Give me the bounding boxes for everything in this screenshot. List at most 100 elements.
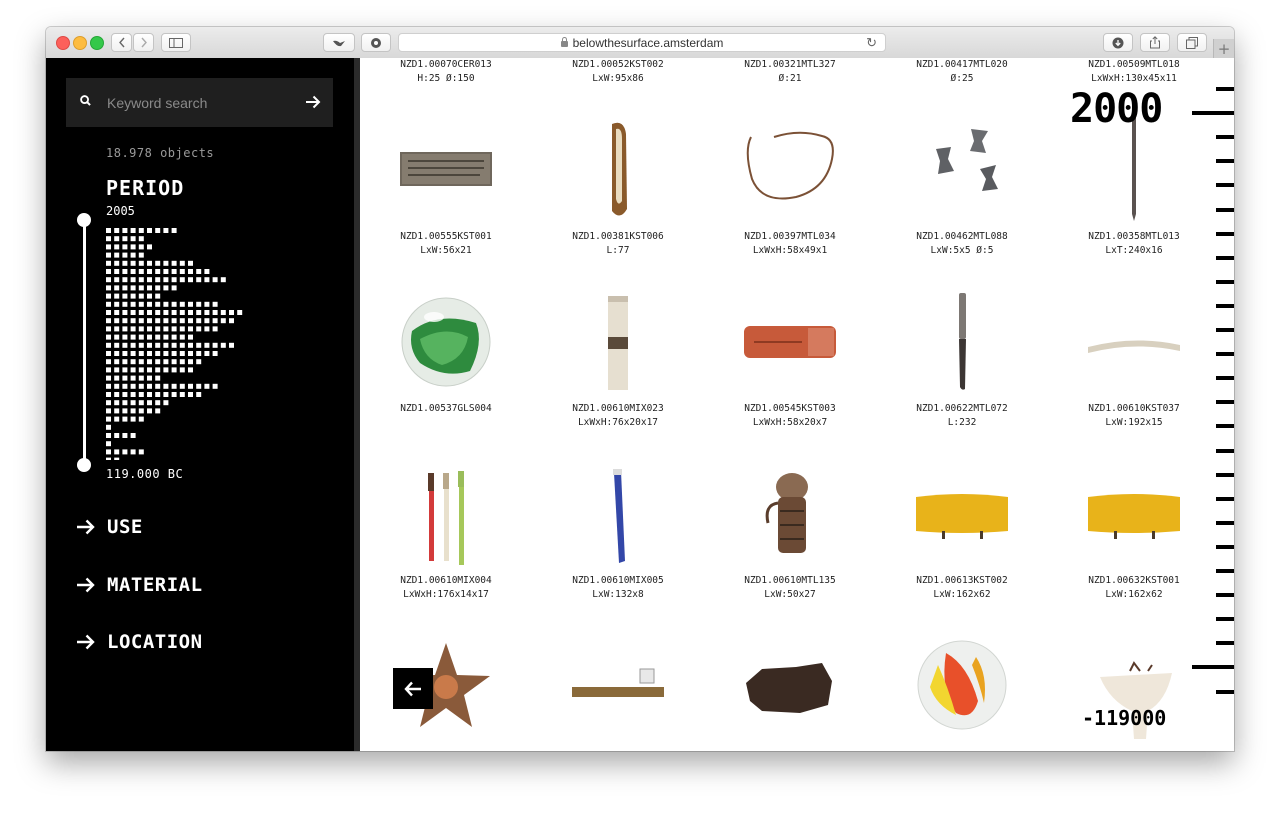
- back-nav-button[interactable]: [111, 33, 132, 52]
- timeline-ruler[interactable]: [1174, 58, 1234, 751]
- eraser-icon: [744, 326, 836, 358]
- filter-location-label: LOCATION: [107, 631, 203, 653]
- histogram-cell: [106, 433, 111, 438]
- histogram-cell: [106, 334, 111, 340]
- reload-icon[interactable]: ↻: [866, 35, 877, 51]
- histogram-cell: [204, 318, 210, 324]
- histogram-cell: [130, 334, 136, 340]
- object-card[interactable]: NZD1.00613KST002 LxW:162x62: [876, 433, 1048, 605]
- object-dimensions: LxW:56x21: [420, 245, 472, 256]
- object-card[interactable]: [360, 605, 532, 751]
- filter-location[interactable]: LOCATION: [76, 628, 203, 656]
- wire-loop-icon: [746, 131, 834, 200]
- arrow-right-icon[interactable]: [305, 94, 321, 110]
- object-card[interactable]: NZD1.00555KST001 LxW:56x21: [360, 89, 532, 261]
- histogram-cell: [179, 318, 185, 324]
- object-dimensions: LxWxH:176x14x17: [403, 589, 489, 600]
- histogram-cell: [155, 228, 161, 233]
- object-dimensions: L:77: [606, 245, 630, 256]
- histogram-cell: [163, 351, 169, 356]
- downloads-button[interactable]: [1103, 33, 1133, 52]
- minimize-window-button[interactable]: [73, 36, 87, 50]
- filter-material[interactable]: MATERIAL: [76, 571, 203, 599]
- histogram-cell: [106, 416, 111, 422]
- close-window-button[interactable]: [56, 36, 70, 50]
- forward-nav-button[interactable]: [133, 33, 154, 52]
- object-card[interactable]: NZD1.00610MTL135 LxW:50x27: [704, 433, 876, 605]
- ruler-tick: [1192, 665, 1234, 670]
- object-card[interactable]: NZD1.00070CER013 H:25 Ø:150: [360, 58, 532, 89]
- histogram-cell: [229, 318, 234, 324]
- histogram-cell: [155, 301, 161, 307]
- object-card[interactable]: NZD1.00622MTL072 L:232: [876, 261, 1048, 433]
- histogram-cell: [196, 326, 202, 332]
- object-code: NZD1.00555KST001: [400, 231, 492, 242]
- histogram-cell: [171, 310, 177, 315]
- histogram-cell: [106, 392, 111, 397]
- share-button[interactable]: [1140, 33, 1170, 52]
- histogram-cell: [122, 252, 128, 258]
- histogram-cell: [122, 236, 128, 242]
- histogram-cell: [179, 277, 185, 283]
- extension-button[interactable]: [323, 33, 355, 52]
- period-slider-min-handle[interactable]: [77, 458, 91, 472]
- histogram-cell: [130, 293, 136, 299]
- histogram-cell: [114, 252, 120, 258]
- page-content: 18.978 objects PERIOD 2005 119.000 BC US…: [46, 58, 1234, 751]
- period-slider-track[interactable]: [83, 219, 86, 467]
- object-card[interactable]: NZD1.00052KST002 LxW:95x86: [532, 58, 704, 89]
- object-card[interactable]: NZD1.00545KST003 LxWxH:58x20x7: [704, 261, 876, 433]
- histogram-cell: [171, 342, 177, 348]
- download-icon: [1112, 37, 1124, 48]
- histogram-cell: [204, 342, 210, 348]
- object-card[interactable]: NZD1.00321MTL327 Ø:21: [704, 58, 876, 89]
- histogram-cell: [188, 277, 193, 283]
- object-card[interactable]: NZD1.00417MTL020 Ø:25: [876, 58, 1048, 89]
- object-card[interactable]: NZD1.00610MIX005 LxW:132x8: [532, 433, 704, 605]
- histogram-cell: [106, 252, 111, 258]
- histogram-cell: [147, 408, 152, 414]
- sidebar-toggle-button[interactable]: [161, 33, 191, 52]
- new-tab-button[interactable]: +: [1213, 39, 1234, 58]
- histogram-cell: [122, 260, 128, 266]
- object-card[interactable]: NZD1.00537GLS004: [360, 261, 532, 433]
- object-code: NZD1.00381KST006: [572, 231, 664, 242]
- zoom-window-button[interactable]: [90, 36, 104, 50]
- object-card[interactable]: NZD1.00381KST006 L:77: [532, 89, 704, 261]
- histogram-cell: [171, 318, 177, 324]
- histogram-cell: [188, 351, 193, 356]
- object-card[interactable]: [532, 605, 704, 751]
- histogram-cell: [114, 260, 120, 266]
- histogram-cell: [163, 342, 169, 348]
- histogram-cell: [147, 351, 152, 356]
- privacy-extension-button[interactable]: [361, 33, 391, 52]
- object-card[interactable]: NZD1.00610MIX023 LxWxH:76x20x17: [532, 261, 704, 433]
- histogram-cell: [122, 293, 128, 299]
- chevron-right-icon: [140, 37, 147, 48]
- object-card[interactable]: [704, 605, 876, 751]
- histogram-cell: [179, 326, 185, 332]
- address-bar[interactable]: belowthesurface.amsterdam ↻: [398, 33, 886, 52]
- histogram-cell: [130, 400, 136, 406]
- histogram-cell: [114, 400, 120, 406]
- object-card[interactable]: NZD1.00610MIX004 LxWxH:176x14x17: [360, 433, 532, 605]
- histogram-cell: [138, 269, 144, 274]
- shield-icon: [371, 37, 381, 48]
- ruler-tick: [1216, 400, 1234, 405]
- filter-use[interactable]: USE: [76, 513, 143, 541]
- period-slider-max-handle[interactable]: [77, 213, 91, 227]
- arrow-right-icon: [77, 519, 95, 535]
- object-card[interactable]: NZD1.00397MTL034 LxWxH:58x49x1: [704, 89, 876, 261]
- bird-icon: [333, 40, 345, 46]
- object-card[interactable]: NZD1.00462MTL088 LxW:5x5 Ø:5: [876, 89, 1048, 261]
- filter-material-label: MATERIAL: [107, 574, 203, 596]
- object-card[interactable]: [876, 605, 1048, 751]
- histogram-cell: [188, 269, 193, 274]
- histogram-cell: [196, 359, 202, 365]
- tabs-overview-button[interactable]: [1177, 33, 1207, 52]
- keyword-search-input[interactable]: [107, 78, 297, 127]
- back-button[interactable]: [393, 668, 433, 709]
- histogram-cell: [155, 293, 161, 299]
- filter-use-label: USE: [107, 516, 143, 538]
- object-grid: NZD1.00070CER013 H:25 Ø:150 NZD1.00052KS…: [360, 58, 1234, 751]
